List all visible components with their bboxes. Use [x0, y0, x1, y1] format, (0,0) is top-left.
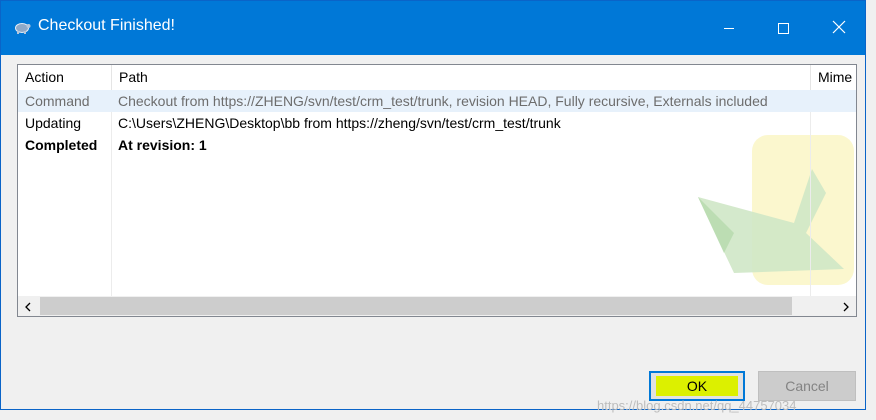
- scrollbar-thumb[interactable]: [40, 297, 792, 315]
- title-bar[interactable]: Checkout Finished!: [1, 1, 865, 55]
- tortoise-icon: [13, 19, 31, 35]
- maximize-icon: [777, 19, 789, 38]
- column-header-path[interactable]: Path: [112, 65, 811, 90]
- source-watermark: https://blog.csdn.net/qq_44757034: [597, 398, 797, 413]
- scroll-left-button[interactable]: [18, 296, 38, 316]
- maximize-button[interactable]: [757, 1, 809, 55]
- ok-button-label: OK: [656, 376, 738, 396]
- row-path: Checkout from https://ZHENG/svn/test/crm…: [118, 93, 768, 109]
- row-path: At revision: 1: [118, 137, 207, 153]
- scroll-right-button[interactable]: [836, 296, 856, 316]
- list-row-completed[interactable]: Completed At revision: 1: [18, 134, 856, 156]
- minimize-icon: [723, 19, 735, 38]
- row-action: Command: [25, 93, 90, 109]
- column-header-action[interactable]: Action: [18, 65, 112, 90]
- close-button[interactable]: [813, 1, 865, 55]
- checkout-dialog: Checkout Finished! Action Path Mime Comm…: [0, 0, 866, 410]
- minimize-button[interactable]: [703, 1, 755, 55]
- list-row-command[interactable]: Command Checkout from https://ZHENG/svn/…: [18, 90, 856, 112]
- row-action: Updating: [25, 115, 82, 131]
- horizontal-scrollbar[interactable]: [18, 296, 856, 316]
- list-header: Action Path Mime: [18, 65, 856, 91]
- close-icon: [832, 19, 846, 38]
- ok-button[interactable]: OK: [649, 371, 745, 401]
- dialog-title: Checkout Finished!: [38, 17, 175, 34]
- row-action: Completed: [25, 137, 98, 153]
- chevron-right-icon: [842, 297, 850, 316]
- action-list[interactable]: Action Path Mime Command Checkout from h…: [17, 64, 857, 317]
- row-path: C:\Users\ZHENG\Desktop\bb from https://z…: [118, 115, 561, 131]
- list-row-updating[interactable]: Updating C:\Users\ZHENG\Desktop\bb from …: [18, 112, 856, 134]
- cancel-button[interactable]: Cancel: [758, 371, 856, 401]
- background-window-edge: [866, 0, 876, 420]
- tortoisesvn-checkout-graphic: [694, 133, 856, 289]
- chevron-left-icon: [24, 297, 32, 316]
- column-header-mime[interactable]: Mime: [811, 65, 856, 90]
